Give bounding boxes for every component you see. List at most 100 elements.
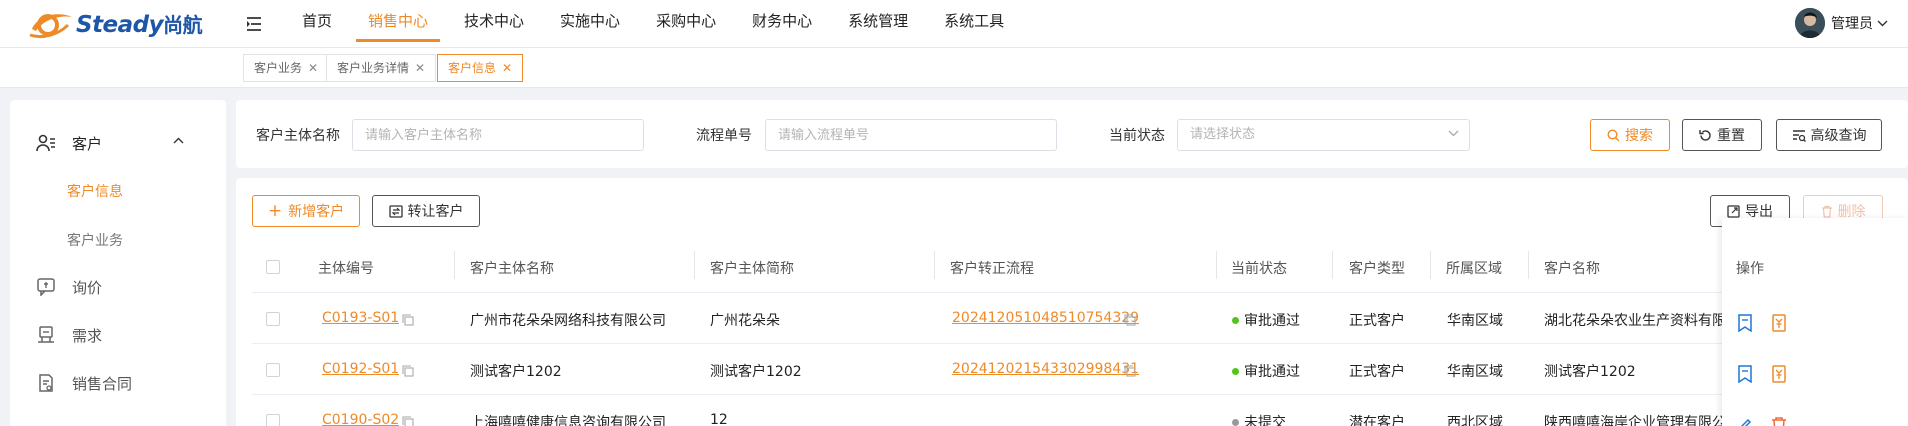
flow-number-link[interactable]: 20241205104851075432​9 (952, 310, 1139, 326)
customer-name-cell: 湖北花朵朵农业生产资料有限 (1544, 313, 1722, 329)
subject-short-cell: 12 (710, 412, 728, 426)
column-divider (1430, 251, 1431, 279)
sidebar-item-label: 销售合同 (72, 374, 133, 393)
add-customer-button-label: 新增客户 (288, 204, 345, 220)
region-cell: 西北区域 (1447, 415, 1503, 426)
subject-name-label: 客户主体名称 (256, 128, 340, 144)
flow-number-label: 流程单号 (696, 128, 752, 144)
subject-name-cell: 测试客户1202 (470, 364, 562, 380)
flow-number-input[interactable] (765, 119, 1057, 151)
tab-customer-business-detail[interactable]: 客户业务详情 ✕ (326, 54, 437, 82)
tab-label: 客户业务详情 (337, 61, 410, 75)
main-nav: 首页 销售中心 技术中心 实施中心 采购中心 财务中心 系统管理 系统工具 (290, 0, 1028, 48)
row-divider (252, 394, 1908, 395)
column-header[interactable]: 客户主体简称 (710, 258, 794, 278)
sidebar-item-sales-contract[interactable]: 销售合同 (10, 363, 226, 403)
operation-column: 操作 (1722, 218, 1908, 426)
close-icon[interactable]: ✕ (308, 61, 318, 75)
column-divider (1216, 251, 1217, 279)
column-header[interactable]: 客户名称 (1544, 258, 1600, 278)
tab-customer-info[interactable]: 客户信息 ✕ (437, 54, 524, 82)
bookmark-icon[interactable] (1736, 365, 1754, 383)
delete-icon[interactable] (1770, 416, 1788, 426)
inquiry-icon (36, 277, 56, 297)
tab-label: 客户信息 (448, 61, 497, 75)
top-header: Steady尚航 首页 销售中心 技术中心 实施中心 采购中心 财务中心 系统管… (0, 0, 1908, 48)
sidebar-item-label: 客户 (72, 134, 103, 153)
logo[interactable]: Steady尚航 (28, 0, 238, 48)
chevron-up-icon (173, 137, 184, 144)
sidebar-item-inquiry[interactable]: 询价 (10, 267, 226, 307)
sidebar-item-customer-business[interactable]: 客户业务 (10, 220, 226, 260)
subject-id-link[interactable]: C0190-S02 (322, 412, 399, 426)
row-checkbox[interactable] (266, 363, 280, 377)
customer-type-cell: 正式客户 (1349, 364, 1405, 380)
reset-button[interactable]: 重置 (1682, 119, 1762, 151)
search-icon (1607, 128, 1620, 141)
add-customer-button[interactable]: + 新增客户 (252, 195, 360, 227)
tab-label: 客户业务 (254, 61, 303, 75)
edit-icon[interactable] (1736, 416, 1754, 426)
nav-purchase-center[interactable]: 采购中心 (644, 0, 728, 48)
table-panel: + 新增客户 转让客户 导出 删除 主体编号 客户主体名称 客户主体简称 客户转… (236, 178, 1908, 426)
bill-icon[interactable] (1770, 365, 1788, 383)
row-checkbox[interactable] (266, 312, 280, 326)
tab-customer-business[interactable]: 客户业务 ✕ (243, 54, 330, 82)
status-label: 当前状态 (1109, 128, 1165, 144)
select-all-checkbox[interactable] (266, 260, 280, 274)
flow-number-link[interactable]: 20241202154330299843​1 (952, 361, 1139, 377)
user-menu[interactable]: 管理员 (1795, 8, 1888, 38)
column-header[interactable]: 主体编号 (318, 258, 374, 278)
column-header[interactable]: 客户转正流程 (950, 258, 1034, 278)
transfer-customer-button-label: 转让客户 (407, 204, 464, 220)
sidebar-item-customer[interactable]: 客户 (10, 123, 226, 163)
nav-system-management[interactable]: 系统管理 (836, 0, 920, 48)
close-icon[interactable]: ✕ (502, 61, 512, 75)
copy-icon[interactable] (1124, 365, 1136, 377)
advanced-search-button[interactable]: 高级查询 (1776, 119, 1882, 151)
column-header[interactable]: 客户主体名称 (470, 258, 554, 278)
bookmark-icon[interactable] (1736, 314, 1754, 332)
nav-system-tools[interactable]: 系统工具 (932, 0, 1016, 48)
nav-finance-center[interactable]: 财务中心 (740, 0, 824, 48)
transfer-customer-button[interactable]: 转让客户 (372, 195, 480, 227)
search-button[interactable]: 搜索 (1590, 119, 1670, 151)
copy-icon[interactable] (1124, 314, 1136, 326)
copy-icon[interactable] (402, 416, 414, 426)
avatar (1795, 8, 1825, 38)
status-cell: 未提交 (1232, 412, 1286, 426)
row-divider (252, 292, 1908, 293)
row-checkbox[interactable] (266, 414, 280, 426)
subject-id-link[interactable]: C0192-S01 (322, 361, 399, 377)
column-divider (934, 251, 935, 279)
status-text: 审批通过 (1244, 313, 1300, 329)
reset-button-label: 重置 (1717, 128, 1745, 144)
trash-icon (1821, 205, 1832, 218)
subject-name-cell: 上海嘻嘻健康信息咨询有限公司 (470, 415, 666, 426)
menu-fold-icon[interactable] (242, 12, 266, 36)
nav-home[interactable]: 首页 (290, 0, 344, 48)
column-header[interactable]: 客户类型 (1349, 258, 1405, 278)
filter-search-icon (1792, 129, 1806, 142)
copy-icon[interactable] (402, 365, 414, 377)
logo-text: Steady尚航 (76, 12, 203, 38)
nav-sales-center[interactable]: 销售中心 (356, 0, 441, 48)
transfer-icon (388, 204, 403, 218)
copy-icon[interactable] (402, 314, 414, 326)
contract-icon (36, 373, 56, 393)
sidebar-item-demand[interactable]: 需求 (10, 315, 226, 355)
column-header: 操作 (1736, 261, 1764, 277)
column-header[interactable]: 当前状态 (1231, 258, 1287, 278)
nav-tech-center[interactable]: 技术中心 (452, 0, 536, 48)
demand-icon (36, 325, 56, 345)
column-header[interactable]: 所属区域 (1446, 258, 1502, 278)
row-divider (252, 343, 1908, 344)
status-text: 未提交 (1244, 415, 1286, 426)
status-select[interactable]: 请选择状态 (1177, 119, 1470, 151)
subject-id-link[interactable]: C0193-S01 (322, 310, 399, 326)
subject-name-input[interactable] (352, 119, 644, 151)
bill-icon[interactable] (1770, 314, 1788, 332)
sidebar-item-customer-info[interactable]: 客户信息 (10, 171, 226, 211)
close-icon[interactable]: ✕ (415, 61, 425, 75)
nav-implementation-center[interactable]: 实施中心 (548, 0, 632, 48)
